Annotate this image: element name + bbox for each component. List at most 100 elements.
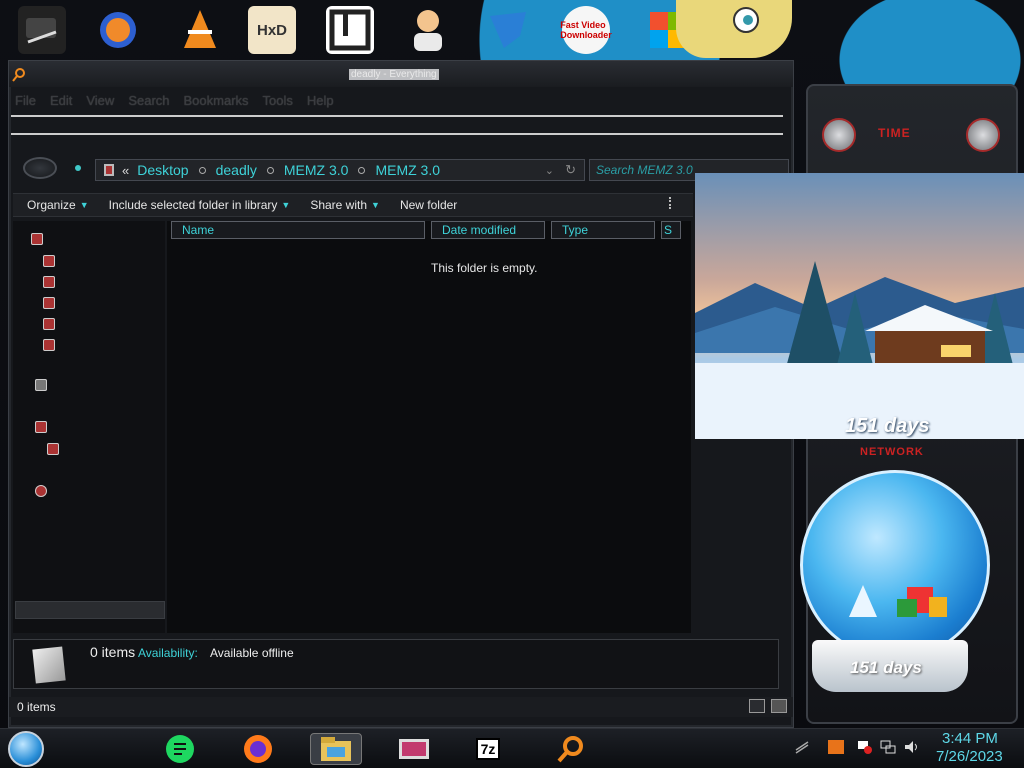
new-folder-button[interactable]: New folder	[400, 198, 457, 212]
winter-days-counter: 151 days	[845, 415, 930, 437]
breadcrumb-desktop[interactable]: Desktop	[137, 162, 188, 178]
breadcrumb-separator[interactable]	[198, 166, 206, 174]
volume-icon[interactable]	[904, 740, 920, 754]
breadcrumb-memz[interactable]: MEMZ 3.0	[284, 162, 349, 178]
menu-separator	[11, 115, 783, 135]
nav-item-this-pc[interactable]	[35, 421, 47, 433]
homegroup-icon	[35, 379, 47, 391]
nav-item-downloads[interactable]	[43, 276, 55, 288]
refresh-icon[interactable]: ↻	[565, 162, 576, 178]
menu-view[interactable]: View	[86, 93, 114, 111]
nav-item-desktop[interactable]	[43, 255, 55, 267]
status-bar: 0 items	[9, 697, 793, 717]
explorer-window[interactable]: deadly - Everything File Edit View Searc…	[8, 60, 794, 728]
desktop-tools-icon[interactable]	[18, 6, 66, 54]
snow-globe	[800, 470, 990, 660]
desktop-fast-video-icon[interactable]: Fast Video Downloader	[560, 6, 612, 54]
breadcrumb-separator[interactable]	[266, 166, 274, 174]
folder-preview-icon	[32, 646, 66, 684]
show-hidden-icons-icon[interactable]	[794, 740, 810, 754]
organize-button[interactable]: Organize ▼	[27, 198, 89, 212]
breadcrumb-prefix[interactable]: «	[122, 163, 129, 178]
desktop-vlc-icon[interactable]	[176, 6, 224, 54]
explorer-icon	[321, 737, 351, 761]
desktop-cartoon-character	[676, 0, 792, 58]
taskbar-7zip[interactable]: 7z	[466, 733, 510, 765]
chevron-down-icon[interactable]: ⌄	[545, 164, 554, 177]
clock-icon	[43, 297, 55, 309]
menu-bar: File Edit View Search Bookmarks Tools He…	[15, 93, 334, 111]
network-icon[interactable]	[880, 740, 896, 754]
nav-selected-drive[interactable]	[15, 601, 165, 619]
recent-pages-dot[interactable]	[75, 165, 81, 171]
menu-file[interactable]: File	[15, 93, 36, 111]
empty-folder-message: This folder is empty.	[431, 261, 538, 275]
desktop-maze-icon[interactable]	[326, 6, 374, 54]
time-label: TIME	[878, 126, 911, 140]
desktop-firefox-dev-icon[interactable]	[94, 6, 142, 54]
winter-countdown-picture: 151 days	[695, 173, 1024, 439]
availability-label: Availability:	[138, 646, 198, 660]
status-item-count: 0 items	[17, 700, 56, 714]
column-name[interactable]: Name	[171, 221, 425, 239]
taskbar: 7z 3:44 PM 7/26/2023	[0, 728, 1024, 768]
breadcrumb-memz-current[interactable]: MEMZ 3.0	[375, 162, 440, 178]
nav-item-favorites[interactable]	[31, 233, 43, 245]
large-icons-view-icon[interactable]	[771, 699, 787, 713]
column-date-modified[interactable]: Date modified	[431, 221, 545, 239]
column-size[interactable]: S	[661, 221, 681, 239]
tray-app-icon[interactable]	[828, 740, 844, 754]
7zip-icon: 7z	[475, 738, 501, 760]
caret-down-icon: ▼	[281, 200, 291, 210]
search-icon	[557, 736, 583, 763]
details-view-icon[interactable]	[749, 699, 765, 713]
organize-label: Organize	[27, 198, 76, 212]
nav-item-homegroup[interactable]	[35, 379, 47, 391]
share-with-button[interactable]: Share with ▼	[310, 198, 380, 212]
title-bar[interactable]: deadly - Everything	[9, 61, 793, 87]
back-forward-orb[interactable]	[23, 157, 57, 179]
taskbar-notes-app[interactable]	[158, 733, 202, 765]
gift-boxes-icon	[849, 585, 947, 617]
command-toolbar: Organize ▼ Include selected folder in lib…	[13, 193, 693, 217]
action-center-flag-icon[interactable]	[856, 740, 872, 754]
breadcrumb-deadly[interactable]: deadly	[216, 162, 257, 178]
breadcrumb-separator[interactable]	[358, 166, 366, 174]
nav-item-pictures[interactable]	[43, 339, 55, 351]
column-type[interactable]: Type	[551, 221, 655, 239]
navigation-pane[interactable]	[13, 221, 165, 633]
desktop-hxd-icon[interactable]: HxD	[248, 6, 296, 54]
notes-app-icon	[166, 735, 194, 763]
share-label: Share with	[310, 198, 368, 212]
caret-down-icon: ▼	[371, 200, 380, 210]
address-bar[interactable]: « Desktop deadly MEMZ 3.0 MEMZ 3.0 ⌄ ↻	[95, 159, 585, 181]
nav-item-local-disk[interactable]	[47, 443, 59, 455]
start-button[interactable]	[8, 731, 44, 767]
change-view-icon[interactable]	[669, 197, 679, 209]
menu-edit[interactable]: Edit	[50, 93, 72, 111]
menu-help[interactable]: Help	[307, 93, 334, 111]
music-icon	[43, 318, 55, 330]
menu-bookmarks[interactable]: Bookmarks	[184, 93, 249, 111]
hxd-label: HxD	[256, 21, 287, 39]
nav-item-network[interactable]	[35, 485, 47, 497]
clock-date[interactable]: 7/26/2023	[936, 748, 1003, 765]
taskbar-firefox[interactable]	[236, 733, 280, 765]
clock-time[interactable]: 3:44 PM	[942, 730, 998, 747]
desktop-user-icon[interactable]	[404, 6, 452, 54]
network-icon	[35, 485, 47, 497]
taskbar-file-explorer[interactable]	[310, 733, 362, 765]
file-list[interactable]: Name Date modified Type S This folder is…	[167, 221, 691, 633]
taskbar-media-app[interactable]	[392, 733, 436, 765]
fast-video-label: Fast Video Downloader	[560, 20, 612, 40]
taskbar-everything-search[interactable]	[548, 733, 592, 765]
include-label: Include selected folder in library	[108, 198, 278, 212]
menu-tools[interactable]: Tools	[263, 93, 293, 111]
include-in-library-button[interactable]: Include selected folder in library ▼	[109, 198, 291, 212]
nav-item-music[interactable]	[43, 318, 55, 330]
search-icon	[12, 68, 25, 82]
nav-item-recent[interactable]	[43, 297, 55, 309]
desktop-shield-icon[interactable]	[484, 6, 532, 54]
folder-location-icon	[104, 164, 114, 176]
menu-search[interactable]: Search	[128, 93, 169, 111]
